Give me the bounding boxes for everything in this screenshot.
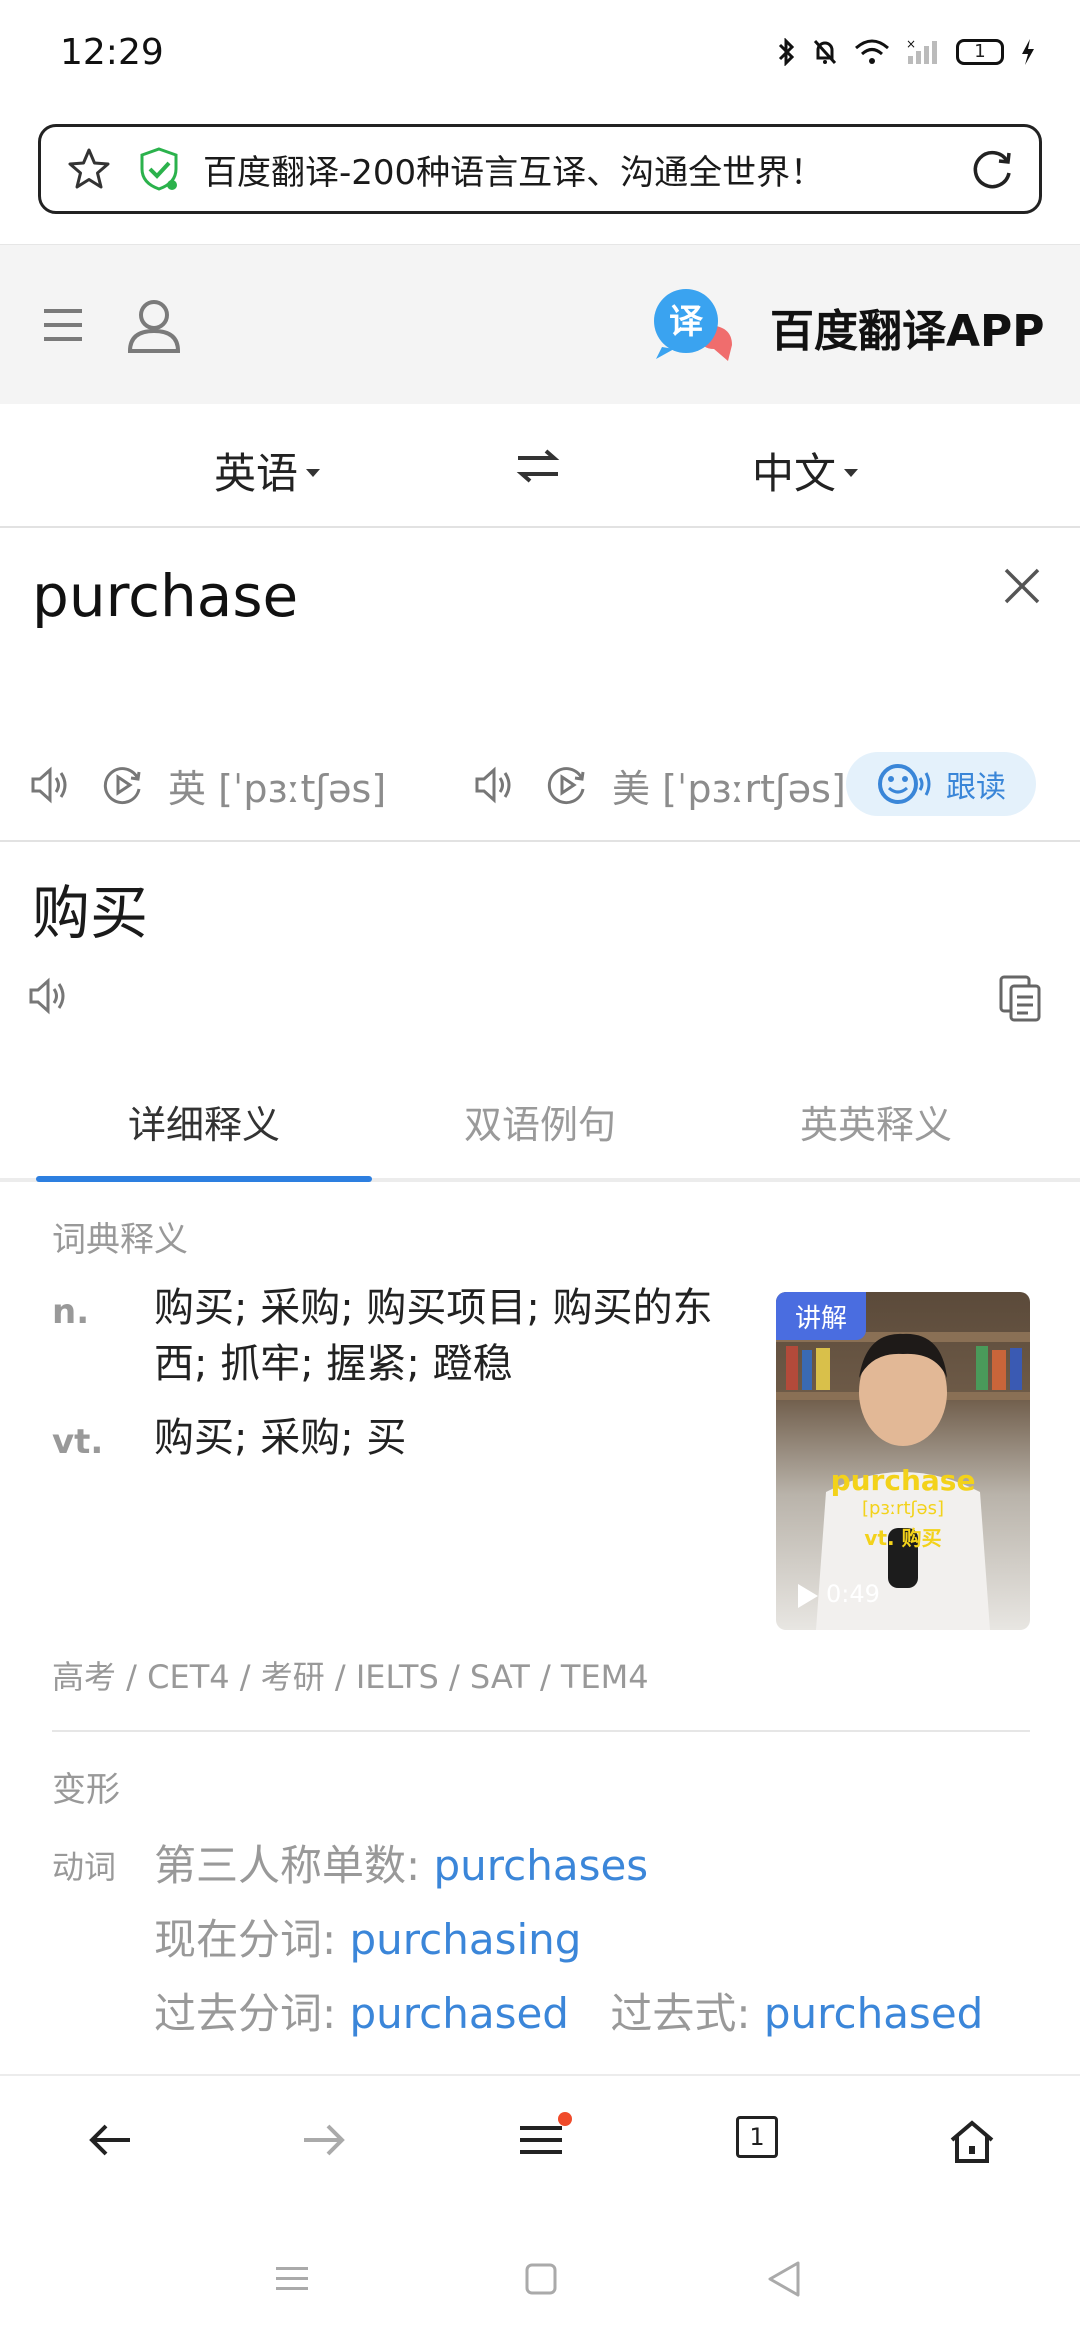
signal-icon: × (906, 38, 937, 64)
clear-icon[interactable] (1000, 564, 1044, 608)
video-duration: 0:49 (826, 1580, 880, 1608)
smiley-voice-icon (878, 764, 931, 804)
baidu-translate-logo: 译 (648, 287, 736, 363)
forms-verb-label: 动词 (52, 1848, 117, 1886)
tab-detailed-definition[interactable]: 详细释义 (34, 1094, 374, 1149)
present-participle-link[interactable]: purchasing (350, 1915, 582, 1964)
definition-verb: 购买; 采购; 买 (154, 1415, 407, 1461)
past-participle-label: 过去分词: (154, 1989, 337, 2038)
recent-apps-icon[interactable] (274, 2264, 310, 2294)
us-phonetic: 美 [ˈpɜːrtʃəs] (612, 766, 846, 811)
chevron-down-icon (306, 468, 321, 477)
url-bar[interactable]: 百度翻译-200种语言互译、沟通全世界！ (38, 124, 1042, 214)
back-arrow-icon[interactable] (86, 2120, 134, 2160)
copy-icon[interactable] (998, 974, 1044, 1024)
page-title: 百度翻译-200种语言互译、沟通全世界！ (203, 152, 825, 193)
video-word: purchase (830, 1464, 976, 1497)
battery-icon: 1 (956, 39, 1004, 65)
logo-character: 译 (669, 302, 704, 342)
menu-icon[interactable] (42, 305, 86, 345)
uk-phonetic-group: 英 [ˈpɜːtʃəs] (30, 752, 386, 818)
tab-bilingual-examples[interactable]: 双语例句 (370, 1094, 710, 1149)
follow-read-label: 跟读 (946, 770, 1006, 805)
menu-icon[interactable] (518, 2120, 564, 2160)
speaker-us-icon[interactable] (474, 765, 518, 805)
app-header: 译 百度翻译APP (0, 244, 1080, 404)
status-icons: × 1 (778, 38, 1036, 66)
source-text-input[interactable]: purchase (32, 562, 298, 630)
dictionary-section-title: 词典释义 (52, 1220, 188, 1260)
battery-level: 1 (974, 41, 986, 62)
form-present-participle: 现在分词: purchasing (154, 1906, 581, 1967)
language-selector-row: 英语 中文 (0, 404, 1080, 528)
video-pos: vt. 购买 (864, 1526, 942, 1550)
star-bookmark-icon[interactable] (67, 147, 111, 191)
source-language-select[interactable]: 英语 (214, 440, 321, 501)
speaker-result-icon[interactable] (28, 976, 72, 1016)
pos-verb: vt. (52, 1422, 104, 1462)
tab-english-english[interactable]: 英英释义 (706, 1094, 1046, 1149)
target-language-select[interactable]: 中文 (752, 440, 859, 501)
replay-uk-icon[interactable] (100, 763, 144, 807)
chevron-down-icon (844, 468, 859, 477)
forms-section-title: 变形 (52, 1770, 120, 1810)
user-profile-icon[interactable] (126, 297, 182, 353)
security-shield-icon (140, 147, 178, 191)
video-badge: 讲解 (776, 1292, 866, 1340)
forward-arrow-icon[interactable] (300, 2120, 348, 2160)
charging-icon (1022, 39, 1034, 65)
video-phonetic: [pɜːrtʃəs] (861, 1498, 945, 1519)
uk-phonetic: 英 [ˈpɜːtʃəs] (168, 766, 387, 811)
home-icon[interactable] (948, 2120, 996, 2164)
status-time: 12:29 (60, 32, 164, 73)
explanation-video-thumbnail[interactable]: 讲解 purchase [pɜːrtʃəs] vt. 购买 0:49 (776, 1292, 1030, 1630)
definition-noun: 购买; 采购; 购买项目; 购买的东西; 抓牢; 握紧; 蹬稳 (154, 1285, 713, 1387)
reload-icon[interactable] (969, 147, 1015, 193)
past-tense-link[interactable]: purchased (764, 1989, 983, 2038)
third-person-link[interactable]: purchases (434, 1841, 649, 1890)
presenter-image (776, 1332, 1030, 1630)
speaker-uk-icon[interactable] (30, 765, 74, 805)
browser-toolbar: 1 (0, 2074, 1080, 2214)
present-participle-label: 现在分词: (154, 1915, 337, 1964)
mute-bell-icon (813, 39, 837, 65)
past-tense-label: 过去式: (610, 1989, 751, 2038)
source-language-label: 英语 (214, 449, 299, 498)
wifi-icon (855, 39, 889, 64)
exam-tags: 高考 / CET4 / 考研 / IELTS / SAT / TEM4 (52, 1658, 649, 1696)
app-title[interactable]: 百度翻译APP (770, 295, 1045, 359)
replay-us-icon[interactable] (544, 763, 588, 807)
divider (0, 840, 1080, 842)
notification-dot (558, 2112, 572, 2126)
pos-noun: n. (52, 1292, 90, 1332)
swap-languages-icon[interactable] (516, 448, 560, 484)
target-language-label: 中文 (752, 449, 837, 498)
system-navigation-bar (0, 2214, 1080, 2340)
past-participle-link[interactable]: purchased (350, 1989, 569, 2038)
third-person-label: 第三人称单数: (154, 1841, 421, 1890)
active-tab-indicator (36, 1176, 372, 1182)
translation-result: 购买 (32, 879, 149, 947)
form-past: 过去分词: purchased 过去式: purchased (154, 1980, 983, 2041)
play-icon[interactable] (798, 1584, 818, 1608)
back-nav-icon[interactable] (766, 2260, 802, 2298)
us-phonetic-group: 美 [ˈpɜːrtʃəs] (474, 752, 846, 818)
tabs-count: 1 (749, 2123, 765, 2151)
bluetooth-icon (778, 38, 795, 66)
home-nav-icon[interactable] (524, 2262, 558, 2296)
follow-read-button[interactable]: 跟读 (846, 752, 1036, 816)
svg-text:×: × (906, 38, 916, 51)
tabs-count-button[interactable]: 1 (736, 2116, 778, 2158)
form-third-person: 第三人称单数: purchases (154, 1832, 648, 1893)
divider (52, 1730, 1030, 1732)
